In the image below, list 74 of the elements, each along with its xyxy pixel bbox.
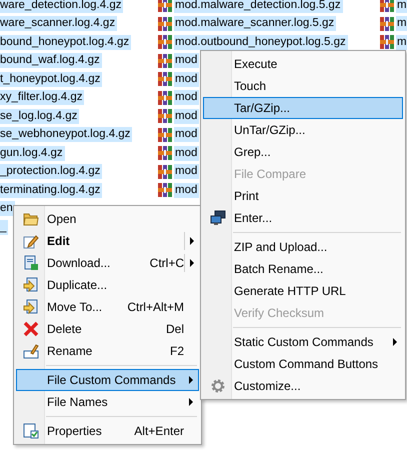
file-name[interactable]: ware_scanner.log.4.gz [0, 16, 118, 32]
document-arrow-icon [23, 299, 39, 315]
menu-item[interactable]: Custom Command Buttons [203, 353, 403, 375]
archive-icon [157, 145, 173, 162]
delete-icon [23, 321, 39, 337]
file-name[interactable]: terminating.log.4.gz [0, 182, 102, 198]
menu-item[interactable]: Batch Rename... [203, 258, 403, 280]
archive-icon [157, 182, 173, 198]
menu-item[interactable]: ZIP and Upload... [203, 236, 403, 258]
rename-icon [23, 343, 39, 359]
file-name[interactable]: mod [174, 53, 200, 68]
archive-icon [379, 16, 395, 32]
menu-item[interactable]: Open [16, 208, 199, 230]
menu-item[interactable]: Static Custom Commands [203, 331, 403, 353]
archive-icon [157, 16, 173, 32]
file-name[interactable]: se_webhoneypot.log.4.gz [0, 127, 132, 142]
submenu-arrow-icon [393, 338, 397, 346]
document-icon [23, 255, 39, 271]
file-name[interactable]: m [396, 0, 407, 13]
file-name[interactable]: mod [174, 90, 200, 106]
file-name[interactable]: mod [174, 164, 200, 180]
file-name[interactable]: mod.malware_scanner.log.5.gz [174, 16, 336, 32]
menu-item[interactable]: Print [203, 185, 403, 207]
menu-item[interactable]: Tar/GZip... [203, 97, 403, 119]
menu-item[interactable]: Rename F2 [16, 340, 199, 362]
archive-icon [157, 71, 173, 88]
file-name[interactable]: mod [174, 127, 200, 142]
file-name[interactable]: t_honeypot.log.4.gz [0, 72, 102, 87]
folder-icon [23, 211, 39, 227]
archive-icon [157, 90, 173, 106]
archive-icon [157, 164, 173, 180]
menu-item[interactable]: Properties Alt+Enter [16, 420, 199, 442]
file-name[interactable]: xy_filter.log.4.gz [0, 90, 84, 106]
document-arrow-icon [23, 277, 39, 293]
menu-item[interactable]: Enter... [203, 207, 403, 229]
menu-item[interactable]: Generate HTTP URL [203, 280, 403, 302]
menu-item[interactable]: Download... Ctrl+C [16, 252, 199, 274]
menu-item[interactable]: Customize... [203, 375, 403, 397]
monitor-icon [210, 210, 226, 226]
pencil-icon [23, 233, 39, 249]
file-name[interactable]: mod [174, 108, 200, 124]
gear-icon [210, 378, 226, 394]
file-name[interactable]: _protection.log.4.gz [0, 164, 102, 180]
file-name[interactable]: bound_waf.log.4.gz [0, 53, 102, 68]
file-name[interactable]: mod [174, 72, 200, 87]
submenu-arrow-icon [190, 259, 194, 267]
file-name[interactable]: bound_honeypot.log.4.gz [0, 34, 132, 50]
archive-icon [157, 34, 173, 50]
file-name[interactable]: mod.outbound_honeypot.log.5.gz [174, 34, 348, 50]
archive-icon [157, 126, 173, 143]
menu-item[interactable]: Duplicate... [16, 274, 199, 296]
archive-icon [157, 52, 173, 69]
menu-item[interactable]: Grep... [203, 141, 403, 163]
submenu-arrow-icon [189, 376, 193, 384]
menu-item[interactable]: Edit [16, 230, 199, 252]
file-name[interactable]: se_log.log.4.gz [0, 108, 80, 124]
file-name[interactable]: m [396, 34, 407, 50]
file-name[interactable]: mod [174, 146, 200, 161]
submenu-arrow-icon [189, 398, 193, 406]
menu-item[interactable]: Touch [203, 75, 403, 97]
file-name[interactable]: gun.log.4.gz [0, 146, 65, 161]
menu-item[interactable]: Move To... Ctrl+Alt+M [16, 296, 199, 318]
menu-item[interactable]: Delete Del [16, 318, 199, 340]
menu-item[interactable]: File Names [16, 391, 199, 413]
menu-item[interactable]: File Custom Commands [16, 369, 199, 391]
properties-icon [23, 423, 39, 439]
menu-item[interactable]: Execute [203, 53, 403, 75]
file-name[interactable]: m [396, 16, 407, 32]
file-name[interactable]: _ [0, 220, 8, 235]
archive-icon [157, 108, 173, 124]
submenu-arrow-icon [190, 237, 194, 245]
file-name[interactable]: mod [174, 182, 200, 198]
menu-item[interactable]: UnTar/GZip... [203, 119, 403, 141]
file-name[interactable]: en [0, 201, 15, 216]
